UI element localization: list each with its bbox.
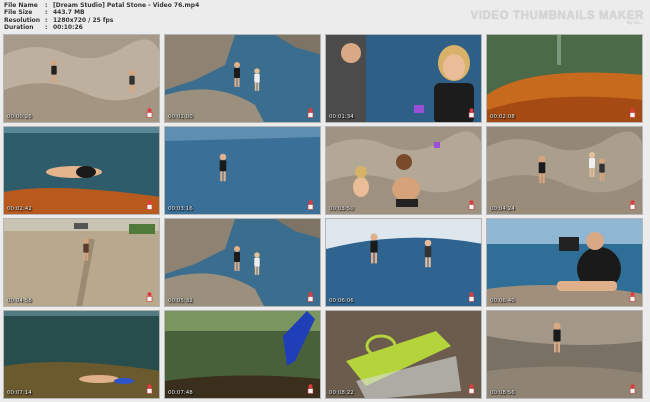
studio-logo-icon xyxy=(468,200,475,210)
thumbnail-timestamp: 00:07:14 xyxy=(7,390,32,396)
thumbnail-timestamp: 00:01:34 xyxy=(329,114,354,120)
thumbnail-image xyxy=(326,127,481,214)
studio-logo-icon xyxy=(307,292,314,302)
thumbnail-image xyxy=(487,311,642,398)
thumbnail-timestamp: 00:03:16 xyxy=(168,206,193,212)
thumbnail-timestamp: 00:08:22 xyxy=(329,390,354,396)
video-thumbnail[interactable]: 00:06:40 xyxy=(486,218,643,307)
studio-logo-icon xyxy=(629,384,636,394)
studio-logo-icon xyxy=(146,108,153,118)
thumbnail-image xyxy=(4,219,159,306)
studio-logo-icon xyxy=(307,384,314,394)
thumbnail-timestamp: 00:08:56 xyxy=(490,390,515,396)
file-info-value: 00:10:26 xyxy=(53,23,83,31)
video-thumbnail[interactable]: 00:01:34 xyxy=(325,34,482,123)
thumbnail-image xyxy=(487,127,642,214)
thumbnail-image xyxy=(487,219,642,306)
studio-logo-icon xyxy=(146,292,153,302)
studio-logo-icon xyxy=(468,292,475,302)
studio-logo-icon xyxy=(629,108,636,118)
video-thumbnail[interactable]: 00:07:48 xyxy=(164,310,321,399)
thumbnail-timestamp: 00:04:58 xyxy=(7,298,32,304)
video-thumbnail[interactable]: 00:03:50 xyxy=(325,126,482,215)
thumbnail-timestamp: 00:06:40 xyxy=(490,298,515,304)
thumbnail-timestamp: 00:02:08 xyxy=(490,114,515,120)
thumbnail-image xyxy=(4,127,159,214)
video-thumbnail[interactable]: 00:02:42 xyxy=(3,126,160,215)
brand-title: VIDEO THUMBNAILS MAKER xyxy=(470,10,644,22)
thumbnail-image xyxy=(4,311,159,398)
studio-logo-icon xyxy=(146,200,153,210)
video-thumbnail[interactable]: 00:02:08 xyxy=(486,34,643,123)
thumbnail-image xyxy=(326,35,481,122)
video-thumbnail[interactable]: 00:08:56 xyxy=(486,310,643,399)
thumbnail-timestamp: 00:07:48 xyxy=(168,390,193,396)
video-thumbnail[interactable]: 00:06:06 xyxy=(325,218,482,307)
studio-logo-icon xyxy=(307,108,314,118)
file-info-separator: : xyxy=(45,9,48,17)
thumbnail-image xyxy=(4,35,159,122)
file-info-value: [Dream Studio] Petal Stone - Video 76.mp… xyxy=(53,2,200,9)
video-thumbnail[interactable]: 00:03:16 xyxy=(164,126,321,215)
file-info-row: File Name: [Dream Studio] Petal Stone - V… xyxy=(4,2,646,9)
video-thumbnail[interactable]: 00:04:24 xyxy=(486,126,643,215)
file-info-label: Duration xyxy=(4,23,34,31)
brand-watermark: VIDEO THUMBNAILS MAKER by Sn... xyxy=(470,10,644,26)
file-info-separator: : xyxy=(45,23,48,31)
studio-logo-icon xyxy=(146,384,153,394)
thumbnail-timestamp: 00:01:00 xyxy=(168,114,193,120)
video-thumbnail[interactable]: 00:01:00 xyxy=(164,34,321,123)
file-info-value: 1280x720 / 25 fps xyxy=(53,16,114,24)
thumbnail-timestamp: 00:06:06 xyxy=(329,298,354,304)
thumbnail-image xyxy=(487,35,642,122)
file-info-label: Resolution xyxy=(4,16,41,24)
file-info-separator: : xyxy=(45,16,48,24)
thumbnail-image xyxy=(326,311,481,398)
video-thumbnail[interactable]: 00:00:26 xyxy=(3,34,160,123)
file-info-value: 443.7 MB xyxy=(53,9,85,17)
thumbnail-image xyxy=(165,127,320,214)
studio-logo-icon xyxy=(629,292,636,302)
file-info-label: File Name xyxy=(4,2,38,9)
file-info-separator: : xyxy=(45,2,48,9)
thumbnail-timestamp: 00:02:42 xyxy=(7,206,32,212)
studio-logo-icon xyxy=(307,200,314,210)
video-thumbnail[interactable]: 00:08:22 xyxy=(325,310,482,399)
file-info-header: File Name: [Dream Studio] Petal Stone - V… xyxy=(4,2,646,34)
studio-logo-icon xyxy=(629,200,636,210)
thumbnail-image xyxy=(165,35,320,122)
video-thumbnail[interactable]: 00:07:14 xyxy=(3,310,160,399)
video-thumbnail[interactable]: 00:04:58 xyxy=(3,218,160,307)
thumbnail-timestamp: 00:04:24 xyxy=(490,206,515,212)
thumbnail-timestamp: 00:00:26 xyxy=(7,114,32,120)
file-info-label: File Size xyxy=(4,9,33,17)
thumbnail-timestamp: 00:03:50 xyxy=(329,206,354,212)
thumbnail-image xyxy=(165,219,320,306)
thumbnail-image xyxy=(326,219,481,306)
studio-logo-icon xyxy=(468,108,475,118)
thumbnail-image xyxy=(165,311,320,398)
studio-logo-icon xyxy=(468,384,475,394)
thumbnail-timestamp: 00:05:32 xyxy=(168,298,193,304)
video-thumbnail[interactable]: 00:05:32 xyxy=(164,218,321,307)
